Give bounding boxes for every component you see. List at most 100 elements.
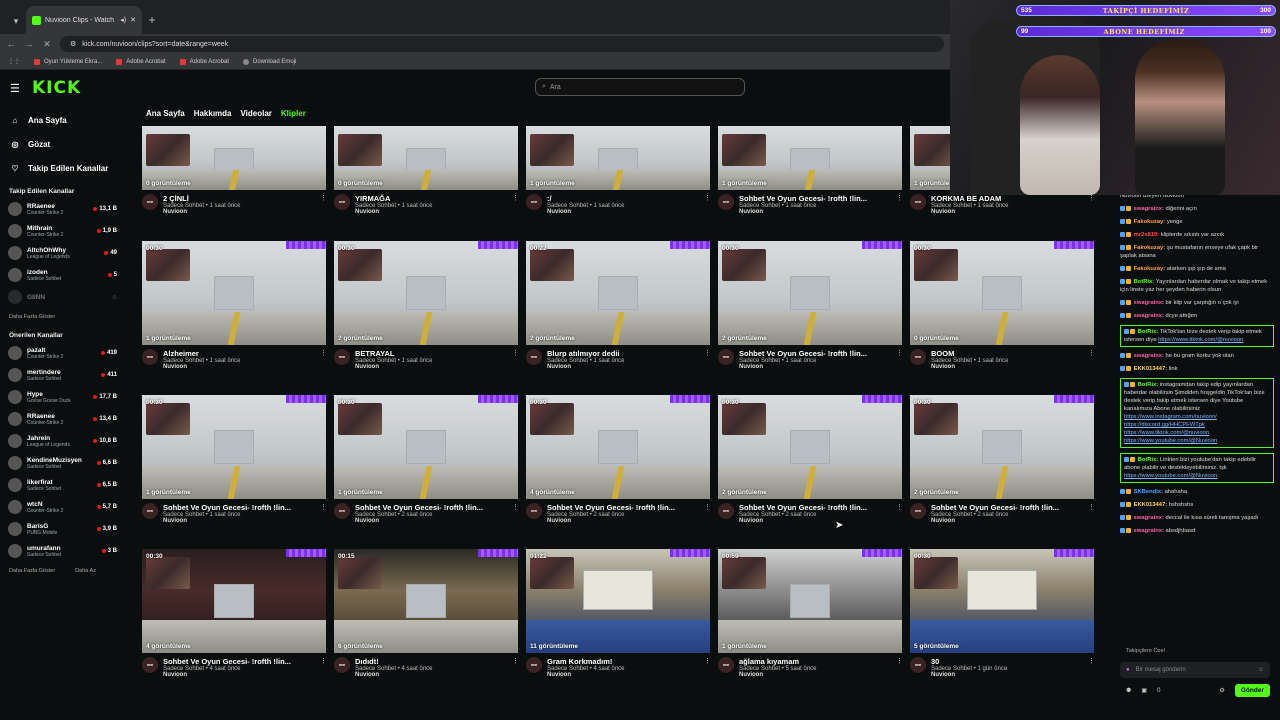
bookmark-item[interactable]: Adobe Acrobat (179, 58, 229, 65)
more-options-icon[interactable]: ⋮ (512, 349, 519, 370)
channel-avatar[interactable]: nvn (334, 657, 350, 673)
clip-channel[interactable]: Nuvioon (163, 364, 315, 370)
show-more-link[interactable]: Daha Fazla Göster (9, 568, 55, 574)
chat-username[interactable]: swagrainx: (1134, 353, 1164, 359)
sidebar-channel[interactable]: likerfirat Sadece Sohbet 6,5 B (0, 474, 125, 496)
chat-username[interactable]: SKBendix: (1134, 489, 1163, 495)
clip-channel[interactable]: Nuvioon (931, 364, 1083, 370)
clip-channel[interactable]: Nuvioon (355, 209, 507, 215)
clip-thumbnail[interactable]: 0 görüntüleme (334, 126, 518, 190)
clip-thumbnail[interactable]: 1 görüntüleme (526, 126, 710, 190)
clip-card[interactable]: 00:22 2 görüntüleme nvn Blurp atılmıyor ded… (526, 241, 711, 370)
chat-username[interactable]: swagrainx: (1134, 515, 1164, 521)
clip-card[interactable]: 1 görüntüleme nvn Sohbet Ve Oyun Gecesi- !… (718, 126, 903, 215)
sidebar-channel[interactable]: umurafann Sadece Sohbet 3 B (0, 540, 125, 562)
menu-icon[interactable]: ☰ (10, 82, 24, 95)
chat-link[interactable]: https://www.instagram.com/nuvioon/ (1124, 414, 1217, 420)
channel-avatar[interactable]: nvn (526, 349, 542, 365)
sidebar-channel[interactable]: RRaenee Counter-Strike 2 13,1 B (0, 198, 125, 220)
browser-tab-active[interactable]: Nuvioon Clips - Watch Live ◂) ✕ (26, 6, 142, 34)
channel-avatar[interactable]: nvn (334, 349, 350, 365)
clip-thumbnail[interactable]: 00:30 2 görüntüleme (910, 395, 1094, 499)
sidebar-channel[interactable]: BarisG PUBG Mobile 3,9 B (0, 518, 125, 540)
channel-avatar[interactable]: nvn (142, 349, 158, 365)
clip-title[interactable]: Gram Korkmadım! (547, 657, 699, 666)
apps-icon[interactable]: ⋮⋮ (8, 58, 20, 65)
clip-thumbnail[interactable]: 0 görüntüleme (142, 126, 326, 190)
more-options-icon[interactable]: ⋮ (896, 349, 903, 370)
chat-username[interactable]: Fakokuzay: (1134, 219, 1166, 225)
chat-username[interactable]: swagrainx: (1134, 313, 1164, 319)
chat-username[interactable]: swagrainx: (1134, 206, 1164, 212)
clip-thumbnail[interactable]: 00:59 1 görüntüleme (718, 549, 902, 653)
sidebar-channel[interactable]: wtcN Counter-Strike 2 5,7 B (0, 496, 125, 518)
chat-link[interactable]: https://www.youtube.com/@Nuvioon (1124, 438, 1217, 444)
bookmark-item[interactable]: Oyun Yükleme Ekra... (34, 58, 102, 65)
sidebar-channel[interactable]: Mithrain Counter-Strike 2 1,9 B (0, 220, 125, 242)
clip-channel[interactable]: Nuvioon (739, 672, 891, 678)
clip-channel[interactable]: Nuvioon (931, 518, 1083, 524)
more-options-icon[interactable]: ⋮ (1088, 503, 1095, 524)
clip-thumbnail[interactable]: 00:30 1 görüntüleme (142, 395, 326, 499)
channel-avatar[interactable]: nvn (718, 349, 734, 365)
chat-username[interactable]: EKK013447: (1134, 502, 1168, 508)
channel-avatar[interactable]: nvn (910, 194, 926, 210)
chat-username[interactable]: Fakokuzay: (1134, 266, 1166, 272)
clip-title[interactable]: 2 ÇİNLİ (163, 194, 315, 203)
channel-avatar[interactable]: nvn (718, 503, 734, 519)
clip-title[interactable]: BETRAYAL (355, 349, 507, 358)
sidebar-channel[interactable]: izoden Sadece Sohbet 5 (0, 264, 125, 286)
clip-title[interactable]: Sohbet Ve Oyun Gecesi- !rofth !lin... (739, 194, 891, 203)
channel-avatar[interactable]: nvn (142, 657, 158, 673)
more-options-icon[interactable]: ⋮ (320, 657, 327, 678)
chat-link[interactable]: https://www.youtube.com/@Nuvioon (1124, 473, 1217, 479)
more-options-icon[interactable]: ⋮ (1088, 349, 1095, 370)
clip-title[interactable]: YIRMAĞA (355, 194, 507, 203)
clip-title[interactable]: Sohbet Ve Oyun Gecesi- !rofth !lin... (163, 503, 315, 512)
send-button[interactable]: Gönder (1234, 684, 1270, 697)
site-info-icon[interactable]: ⚙ (70, 40, 76, 48)
clip-thumbnail[interactable]: 00:30 5 görüntüleme (910, 549, 1094, 653)
back-icon[interactable]: ← (6, 39, 16, 49)
clip-channel[interactable]: Nuvioon (739, 364, 891, 370)
users-icon[interactable]: ⚉ (1126, 687, 1131, 694)
clip-card[interactable]: 00:30 2 görüntüleme nvn BETRAYAL Sadece Sohb… (334, 241, 519, 370)
clip-title[interactable]: ağlama kıyamam (739, 657, 891, 666)
clip-title[interactable]: Blurp atılmıyor dedii (547, 349, 699, 358)
more-options-icon[interactable]: ⋮ (704, 503, 711, 524)
clip-thumbnail[interactable]: 00:30 2 görüntüleme (718, 395, 902, 499)
kick-logo[interactable]: KICK (32, 78, 81, 98)
channel-avatar[interactable]: nvn (142, 194, 158, 210)
channel-avatar[interactable]: nvn (526, 657, 542, 673)
more-options-icon[interactable]: ⋮ (896, 503, 903, 524)
clip-title[interactable]: Sohbet Ve Oyun Gecesi- !rofth !lin... (739, 349, 891, 358)
more-options-icon[interactable]: ⋮ (1088, 657, 1095, 678)
channel-avatar[interactable]: nvn (718, 657, 734, 673)
chat-username[interactable]: BotRix: (1138, 329, 1159, 335)
emote-icon[interactable]: ● (1126, 667, 1130, 673)
clip-title[interactable]: Dıdıdt! (355, 657, 507, 666)
clip-thumbnail[interactable]: 00:30 4 görüntüleme (526, 395, 710, 499)
clip-channel[interactable]: Nuvioon (163, 209, 315, 215)
clip-channel[interactable]: Nuvioon (355, 672, 507, 678)
bookmark-item[interactable]: Adobe Acrobat (116, 58, 166, 65)
clip-thumbnail[interactable]: 00:15 6 görüntüleme (334, 549, 518, 653)
clip-title[interactable]: Sohbet Ve Oyun Gecesi- !rofth !lin... (163, 657, 315, 666)
more-options-icon[interactable]: ⋮ (896, 194, 903, 215)
new-tab-button[interactable]: + (142, 6, 162, 34)
more-options-icon[interactable]: ⋮ (320, 349, 327, 370)
chat-username[interactable]: Fakokuzay: (1134, 245, 1166, 251)
clip-thumbnail[interactable]: 00:30 2 görüntüleme (718, 241, 902, 345)
clip-title[interactable]: Sohbet Ve Oyun Gecesi- !rofth !lin... (739, 503, 891, 512)
more-options-icon[interactable]: ⋮ (704, 349, 711, 370)
clip-card[interactable]: 0 görüntüleme nvn 2 ÇİNLİ Sadece Sohbet • 1… (142, 126, 327, 215)
chat-link[interactable]: https://www.tiktok.com/@nuvioon (1124, 430, 1209, 436)
tab-list-icon[interactable]: ▾ (6, 8, 26, 34)
clip-thumbnail[interactable]: 00:30 0 görüntüleme (910, 241, 1094, 345)
more-options-icon[interactable]: ⋮ (704, 657, 711, 678)
clip-title[interactable]: 30 (931, 657, 1083, 666)
speaker-icon[interactable]: ◂) (120, 16, 126, 24)
settings-icon[interactable]: ⚙ (1219, 687, 1224, 694)
chat-link[interactable]: https://www.tiktok.com/@nuvioon (1158, 337, 1243, 343)
clip-thumbnail[interactable]: 00:30 4 görüntüleme (142, 549, 326, 653)
